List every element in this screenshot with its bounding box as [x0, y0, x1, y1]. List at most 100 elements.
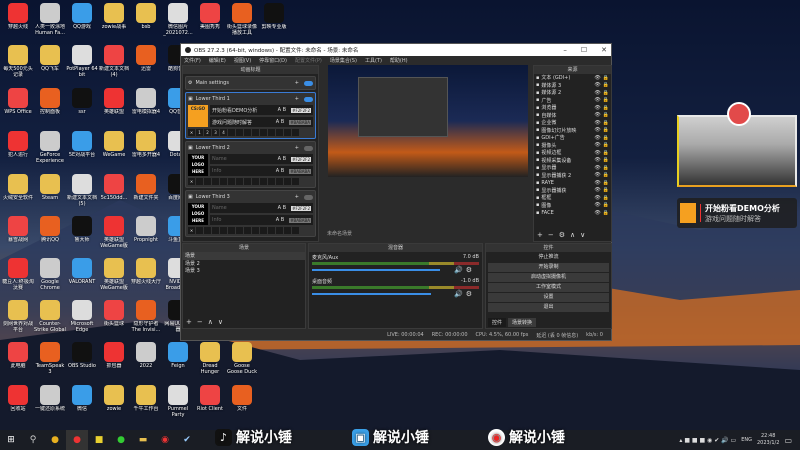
visibility-eye-icon[interactable]: 👁	[594, 165, 600, 171]
desktop-icon[interactable]: 穿越火线大厅	[130, 258, 162, 285]
lock-icon[interactable]: 🔒	[603, 150, 609, 156]
lower-third-toggle[interactable]	[304, 96, 313, 102]
source-item[interactable]: ▪ 媒体源 3 👁 🔒	[534, 82, 611, 90]
desktop-icon[interactable]: 腾讯QQ	[34, 216, 66, 243]
color1-swatch[interactable]: #F2F2F2	[291, 107, 311, 113]
lock-icon[interactable]: 🔒	[603, 172, 609, 178]
desktop-icon[interactable]: 暴雪战网	[2, 216, 34, 243]
desktop-icon[interactable]: WeGame	[98, 131, 130, 158]
desktop-icon[interactable]: 英雄联盟WeGame版	[98, 258, 130, 291]
desktop-icon[interactable]: 千牛工作台	[130, 385, 162, 412]
desktop-icon[interactable]: Steam	[34, 174, 66, 201]
notification-icon[interactable]: ▭	[784, 436, 792, 445]
desktop-icon[interactable]: 剑网世界对战平台	[2, 300, 34, 333]
visibility-eye-icon[interactable]: 👁	[594, 82, 600, 88]
desktop-icon[interactable]: 雷电模拟器4	[130, 88, 162, 115]
lock-icon[interactable]: 🔒	[603, 82, 609, 88]
start-icon[interactable]: ⊞	[0, 430, 22, 450]
visibility-eye-icon[interactable]: 👁	[594, 75, 600, 81]
obs-taskbar-icon[interactable]: ●	[66, 430, 88, 450]
control-button[interactable]: 停止推流	[488, 253, 609, 262]
desktop-icon[interactable]: 隐形守护者 The Invisi...	[130, 300, 162, 333]
slot-button[interactable]	[212, 178, 219, 185]
desktop-icon[interactable]: OBS Studio	[66, 342, 98, 369]
lock-icon[interactable]: 🔒	[603, 165, 609, 171]
source-item[interactable]: ▪ 图像 👁 🔒	[534, 202, 611, 210]
slot-button[interactable]	[196, 178, 203, 185]
desktop-icon[interactable]: 2022	[130, 342, 162, 369]
desktop-icon[interactable]: Microsoft Edge	[66, 300, 98, 333]
wechat-icon[interactable]: ●	[110, 430, 132, 450]
app-red-icon[interactable]: ◉	[154, 430, 176, 450]
clock[interactable]: 22:48 2023/1/2	[757, 433, 779, 447]
menu-edit[interactable]: 编辑(E)	[209, 57, 226, 64]
preview-canvas[interactable]	[328, 65, 528, 177]
visibility-eye-icon[interactable]: 👁	[594, 105, 600, 111]
slot-button[interactable]	[228, 227, 235, 234]
desktop-icon[interactable]: Dread Hunger	[194, 342, 226, 375]
desktop-icon[interactable]: zowie	[98, 385, 130, 412]
slot-button[interactable]	[252, 129, 259, 136]
source-item[interactable]: ▪ 框框 👁 🔒	[534, 194, 611, 202]
desktop-icon[interactable]: 人类一败涂地 Human Fa...	[34, 3, 66, 36]
desktop-icon[interactable]: 控制面板	[34, 88, 66, 115]
maximize-button[interactable]: ☐	[581, 46, 587, 54]
notes-icon[interactable]: ■	[88, 430, 110, 450]
lower-third-logo[interactable]: YOUR LOGO HERE	[188, 203, 208, 225]
control-button[interactable]: 开始录制	[488, 263, 609, 272]
slot-button[interactable]	[292, 227, 299, 234]
slot-button[interactable]	[268, 227, 275, 234]
desktop-icon[interactable]: 街头篮球录像播放工具	[226, 3, 258, 36]
menu-view[interactable]: 视图(V)	[234, 57, 251, 64]
desktop-icon[interactable]: Pummel Party	[162, 385, 194, 418]
slot-button[interactable]	[204, 227, 211, 234]
lock-icon[interactable]: 🔒	[603, 202, 609, 208]
desktop-icon[interactable]: 5c150dd...	[98, 174, 130, 201]
color2-swatch[interactable]: #BABABA	[289, 119, 311, 125]
desktop-icon[interactable]: 微信	[66, 385, 98, 412]
slot-button[interactable]	[276, 129, 283, 136]
obs-titlebar[interactable]: OBS 27.2.3 (64-bit, windows) - 配置文件: 未命名…	[181, 44, 611, 56]
line2-input[interactable]: 游戏问题随时解答 A B #BABABA	[210, 117, 313, 127]
scene-item[interactable]: 场景	[183, 252, 305, 260]
slot-button[interactable]	[268, 129, 275, 136]
desktop-icon[interactable]: 每天500元头记录	[2, 45, 34, 78]
lock-icon[interactable]: 🔒	[603, 112, 609, 118]
slot-button[interactable]	[284, 129, 291, 136]
desktop-icon[interactable]: VALORANT	[66, 258, 98, 285]
visibility-eye-icon[interactable]: 👁	[594, 142, 600, 148]
slot-button[interactable]	[284, 227, 291, 234]
source-item[interactable]: ▪ 媒体源 2 👁 🔒	[534, 89, 611, 97]
desktop-icon[interactable]: 一键还原系统	[34, 385, 66, 412]
lock-icon[interactable]: 🔒	[603, 210, 609, 216]
desktop-icon[interactable]: 英雄联盟	[98, 88, 130, 115]
visibility-eye-icon[interactable]: 👁	[594, 210, 600, 216]
slot-button[interactable]	[244, 227, 251, 234]
source-item[interactable]: ▪ RAYE 👁 🔒	[534, 179, 611, 187]
desktop-icon[interactable]: Counter-Strike Global Off...	[34, 300, 66, 333]
slot-button[interactable]	[196, 227, 203, 234]
slot-button[interactable]	[252, 227, 259, 234]
menu-file[interactable]: 文件(F)	[184, 57, 201, 64]
volume-slider[interactable]	[312, 293, 431, 295]
desktop-icon[interactable]: 雷电多开器4	[130, 131, 162, 158]
slot-button[interactable]	[268, 178, 275, 185]
visibility-eye-icon[interactable]: 👁	[594, 112, 600, 118]
source-item[interactable]: ▪ 图像幻灯片放映 👁 🔒	[534, 127, 611, 135]
add-icon[interactable]: +	[537, 231, 543, 239]
menu-tools[interactable]: 工具(T)	[365, 57, 382, 64]
slot-button[interactable]	[220, 178, 227, 185]
remove-icon[interactable]: −	[197, 318, 203, 326]
tab-controls[interactable]: 控件	[488, 318, 507, 327]
slot-button[interactable]	[236, 227, 243, 234]
down-icon[interactable]: ∨	[580, 231, 585, 239]
desktop-icon[interactable]: 鲁大师	[66, 216, 98, 243]
desktop-icon[interactable]: QQ游戏	[66, 3, 98, 30]
visibility-eye-icon[interactable]: 👁	[594, 90, 600, 96]
main-settings[interactable]: ⚙ Main settings +	[185, 76, 316, 90]
main-toggle[interactable]	[304, 80, 313, 86]
line2-input[interactable]: Info A B #BABABA	[210, 166, 313, 176]
desktop-icon[interactable]: TeamSpeak 3	[34, 342, 66, 375]
lower-third-logo[interactable]: YOUR LOGO HERE	[188, 154, 208, 176]
speaker-icon[interactable]: 🔊	[454, 290, 463, 298]
